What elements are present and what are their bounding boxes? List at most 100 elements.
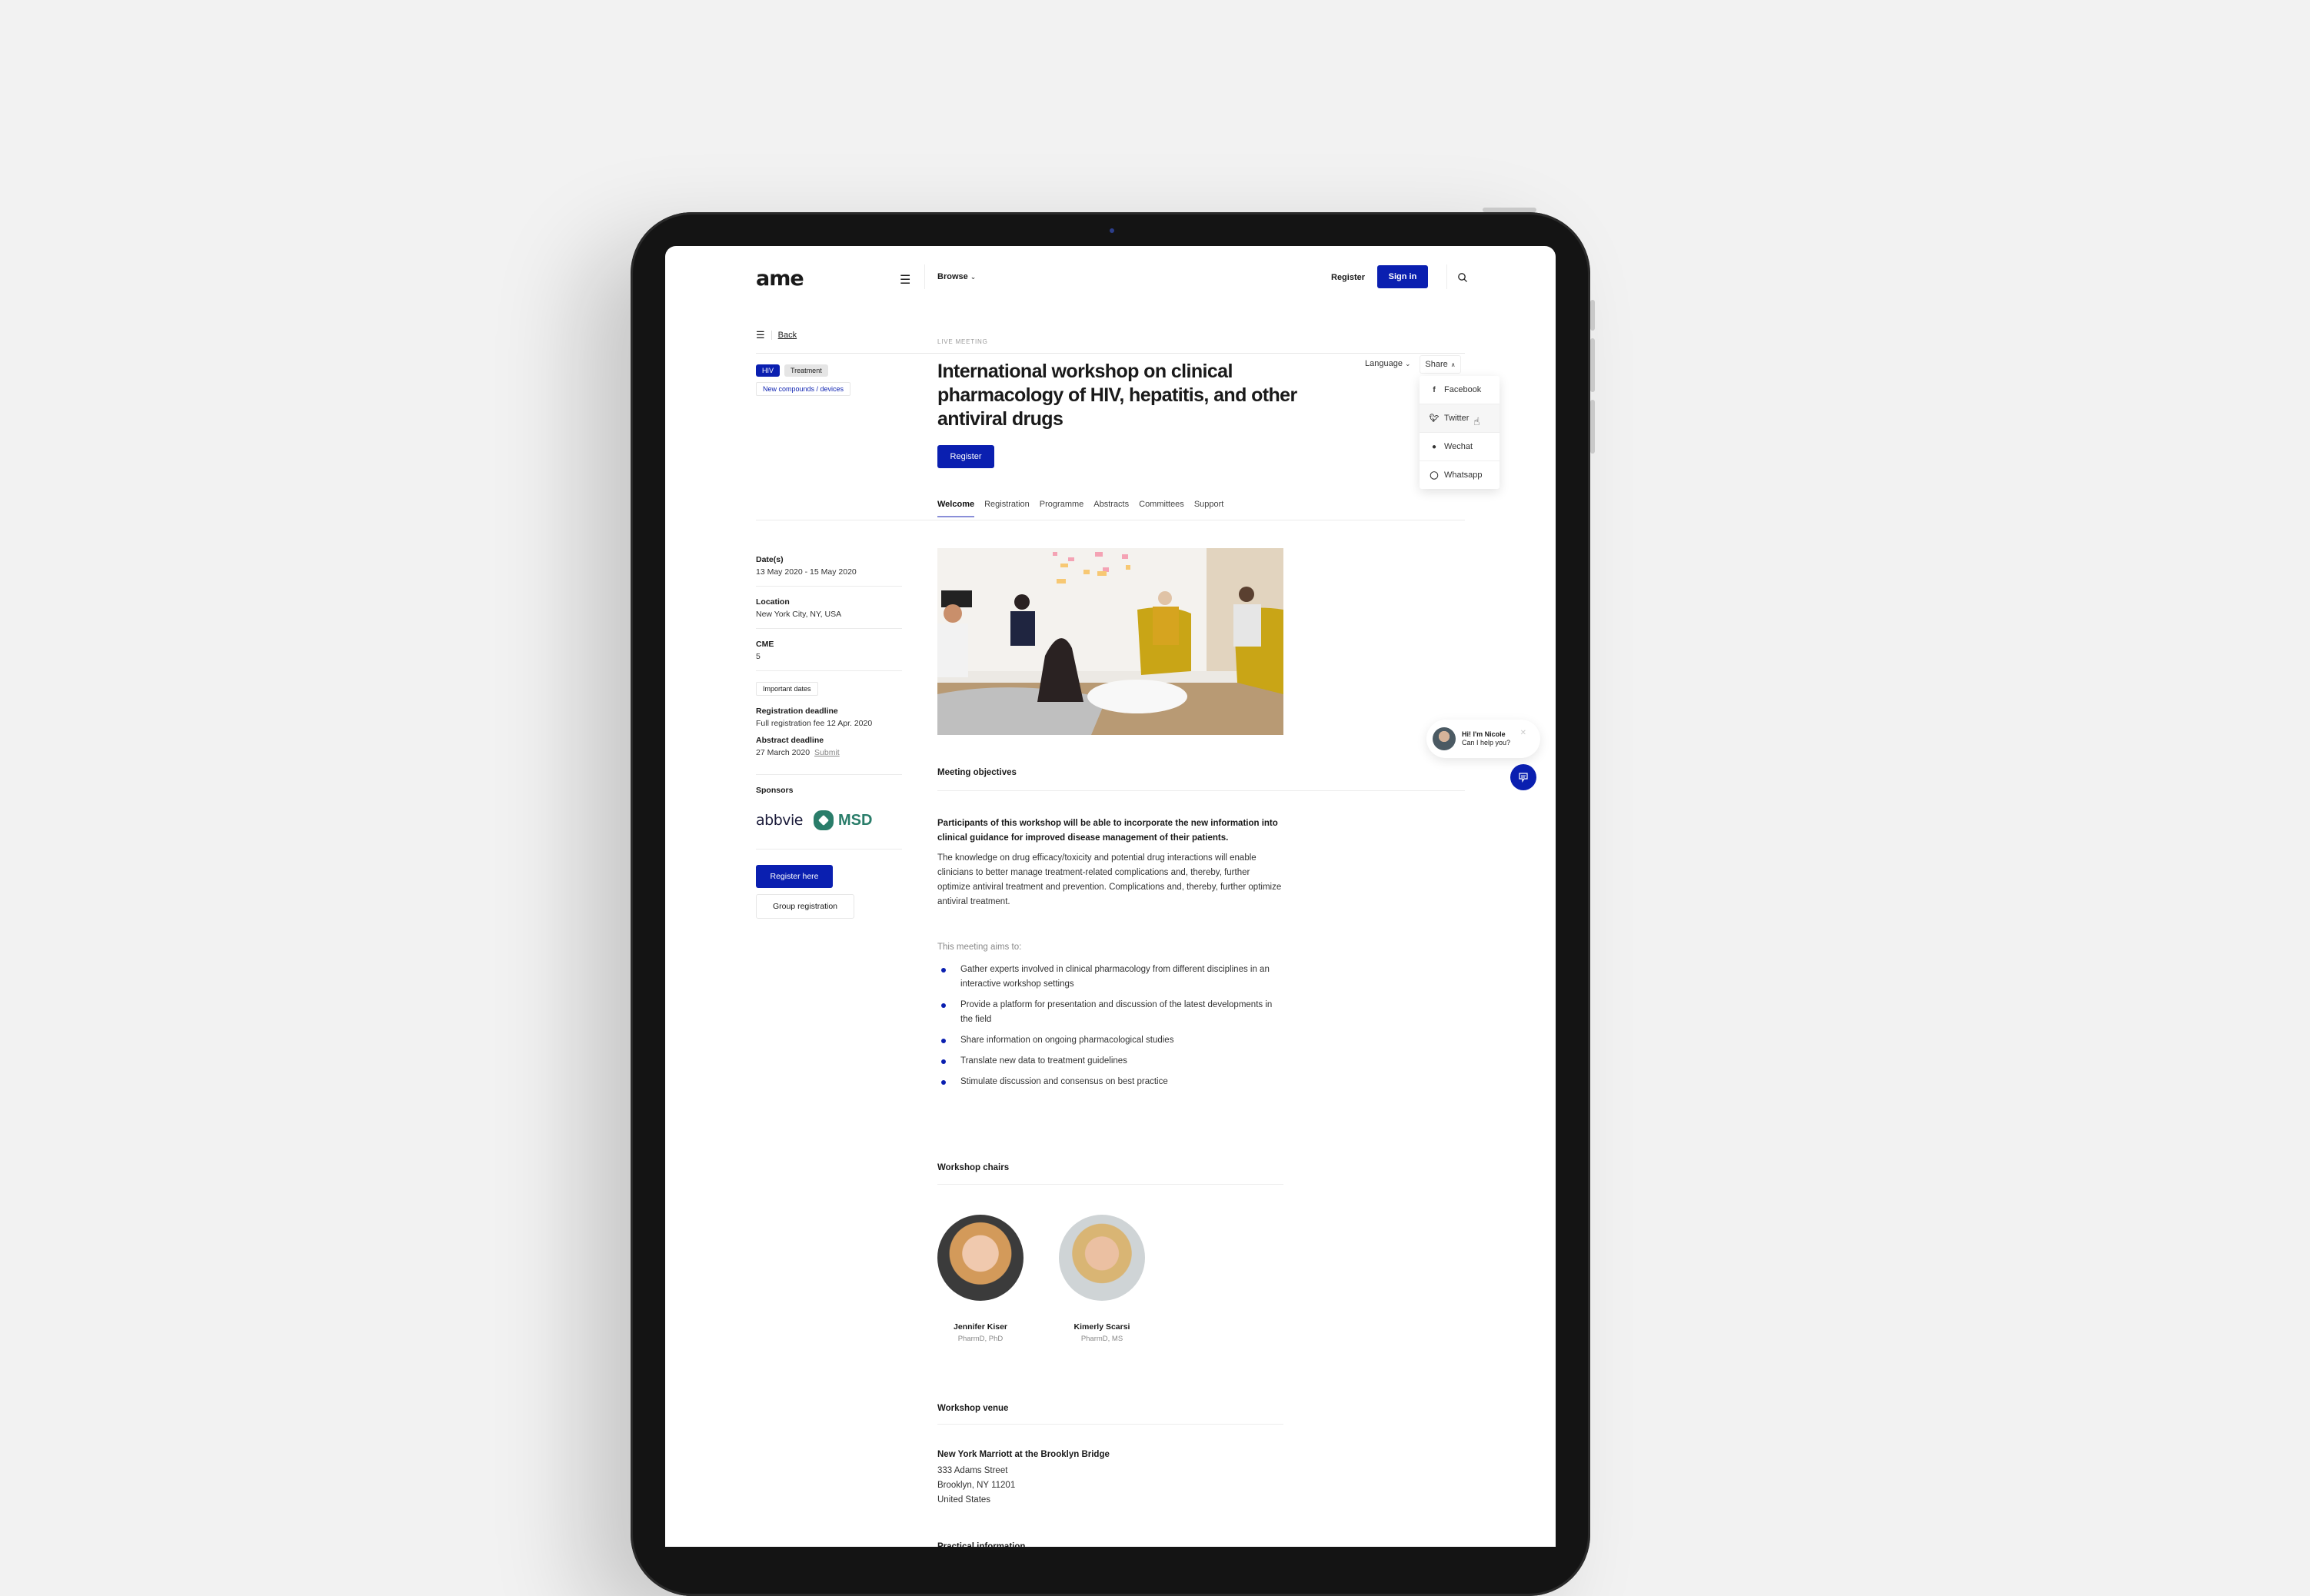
registration-deadline-label: Registration deadline [756, 707, 838, 716]
msd-mark-icon [813, 810, 834, 830]
chat-prompt: Can I help you? [1462, 739, 1511, 746]
page-title: International workshop on clinical pharm… [937, 361, 1297, 430]
important-dates-badge: Important dates [756, 682, 818, 696]
aims-intro: This meeting aims to: [937, 943, 1022, 952]
share-item-label: Facebook [1444, 385, 1482, 394]
share-label: Share [1425, 360, 1448, 369]
objectives-section: Meeting objectives [937, 768, 1283, 777]
share-twitter[interactable]: 🐦︎ Twitter ☝︎ [1420, 404, 1500, 433]
language-dropdown[interactable]: Language ⌄ [1365, 359, 1411, 368]
cme-block: CME 5 [756, 640, 902, 671]
share-dropdown[interactable]: Share ∧ [1420, 355, 1461, 374]
objectives-body: Participants of this workshop will be ab… [937, 816, 1283, 1096]
aim-item: Translate new data to treatment guidelin… [937, 1054, 1283, 1069]
whatsapp-icon: ◯ [1430, 470, 1439, 480]
search-icon[interactable] [1457, 272, 1468, 283]
chair-card[interactable]: Jennifer Kiser PharmD, PhD [934, 1215, 1027, 1343]
sponsor-logos: abbvie MSD [756, 810, 902, 830]
chat-greeting[interactable]: Hi! I'm Nicole Can I help you? ✕ [1426, 720, 1540, 758]
chair-degree: PharmD, PhD [957, 1335, 1004, 1343]
menu-icon[interactable]: ☰ [900, 272, 910, 288]
chat-button[interactable] [1510, 764, 1536, 790]
aim-item: Share information on ongoing pharmacolog… [937, 1033, 1283, 1048]
dates-block: Date(s) 13 May 2020 - 15 May 2020 [756, 555, 902, 587]
tab-committees[interactable]: Committees [1139, 500, 1184, 509]
close-icon[interactable]: ✕ [1520, 729, 1526, 737]
share-wechat[interactable]: ● Wechat [1420, 433, 1500, 461]
venue-heading: Workshop venue [937, 1404, 1009, 1413]
event-type-label: LIVE MEETING [937, 338, 988, 345]
cme-value: 5 [756, 652, 761, 661]
abbvie-logo[interactable]: abbvie [756, 812, 803, 829]
chat-avatar [1433, 727, 1456, 750]
location-label: Location [756, 597, 790, 607]
chevron-down-icon: ⌄ [1405, 360, 1411, 367]
tag-treatment[interactable]: Treatment [784, 364, 828, 377]
divider [756, 849, 902, 850]
venue-address-line: 333 Adams Street [937, 1466, 1008, 1475]
tab-support[interactable]: Support [1194, 500, 1224, 509]
divider [756, 353, 1465, 354]
chair-name: Jennifer Kiser [953, 1322, 1008, 1332]
tab-programme[interactable]: Programme [1040, 500, 1083, 509]
share-facebook[interactable]: f Facebook [1420, 376, 1500, 404]
chevron-up-icon: ∧ [1450, 361, 1456, 368]
abstract-deadline-label: Abstract deadline [756, 736, 824, 745]
event-sidebar: Date(s) 13 May 2020 - 15 May 2020 Locati… [756, 555, 902, 919]
aim-item: Gather experts involved in clinical phar… [937, 963, 1283, 992]
tab-abstracts[interactable]: Abstracts [1093, 500, 1129, 509]
chat-text: Hi! I'm Nicole Can I help you? [1462, 730, 1510, 747]
venue-address-line: Brooklyn, NY 11201 [937, 1481, 1016, 1490]
share-menu: f Facebook 🐦︎ Twitter ☝︎ ● Wechat ◯ What… [1420, 376, 1500, 489]
wechat-icon: ● [1431, 442, 1437, 451]
chair-card[interactable]: Kimerly Scarsi PharmD, MS [1056, 1215, 1148, 1343]
venue-name: New York Marriott at the Brooklyn Bridge [937, 1450, 1110, 1459]
sign-in-button[interactable]: Sign in [1377, 265, 1428, 288]
msd-logo[interactable]: MSD [813, 810, 872, 830]
chairs-heading: Workshop chairs [937, 1163, 1010, 1172]
abstract-deadline-value: 27 March 2020 [756, 748, 810, 757]
divider [937, 790, 1465, 791]
header-divider [1446, 264, 1447, 289]
share-item-label: Twitter [1444, 414, 1470, 423]
aim-item: Provide a platform for presentation and … [937, 998, 1283, 1027]
tab-bar: Welcome Registration Programme Abstracts… [937, 500, 1224, 517]
aim-item: Stimulate discussion and consensus on be… [937, 1075, 1283, 1089]
aims-list: Gather experts involved in clinical phar… [937, 963, 1283, 1089]
tab-registration[interactable]: Registration [984, 500, 1030, 509]
nav-divider [924, 264, 925, 289]
venue-details: New York Marriott at the Brooklyn Bridge… [937, 1450, 1283, 1508]
back-row: ☰ Back [756, 329, 797, 341]
browse-menu[interactable]: Browse ⌄ [937, 272, 976, 281]
dates-label: Date(s) [756, 555, 784, 564]
twitter-icon: 🐦︎ [1429, 414, 1440, 423]
sponsors-label: Sponsors [756, 786, 794, 795]
objectives-text: The knowledge on drug efficacy/toxicity … [937, 853, 1282, 906]
tag-hiv[interactable]: HIV [756, 364, 781, 377]
location-block: Location New York City, NY, USA [756, 597, 902, 629]
tablet-side-button [1590, 300, 1595, 331]
chevron-down-icon: ⌄ [970, 273, 977, 281]
location-value: New York City, NY, USA [756, 610, 842, 619]
register-here-button[interactable]: Register here [756, 865, 833, 888]
hero-image [937, 548, 1283, 735]
venue-address-line: United States [937, 1495, 991, 1505]
share-whatsapp[interactable]: ◯ Whatsapp [1420, 461, 1500, 489]
header-register-link[interactable]: Register [1331, 273, 1365, 282]
tag-new-compounds[interactable]: New compounds / devices [756, 382, 851, 396]
tablet-volume-up [1590, 338, 1595, 392]
browse-label: Browse [937, 272, 968, 281]
group-registration-button[interactable]: Group registration [756, 894, 854, 919]
chat-greeting-title: Hi! I'm Nicole [1462, 730, 1506, 738]
submit-abstract-link[interactable]: Submit [814, 748, 840, 757]
tag-list: HIV Treatment New compounds / devices [756, 363, 910, 401]
language-label: Language [1365, 359, 1403, 368]
back-link[interactable]: Back [778, 331, 797, 340]
register-button[interactable]: Register [937, 445, 994, 468]
logo[interactable]: ame [756, 267, 804, 291]
tab-welcome[interactable]: Welcome [937, 500, 975, 517]
chair-photo [937, 1215, 1024, 1301]
list-icon: ☰ [756, 329, 765, 341]
share-item-label: Whatsapp [1444, 470, 1483, 480]
practical-info-heading: Practical information [937, 1542, 1026, 1547]
